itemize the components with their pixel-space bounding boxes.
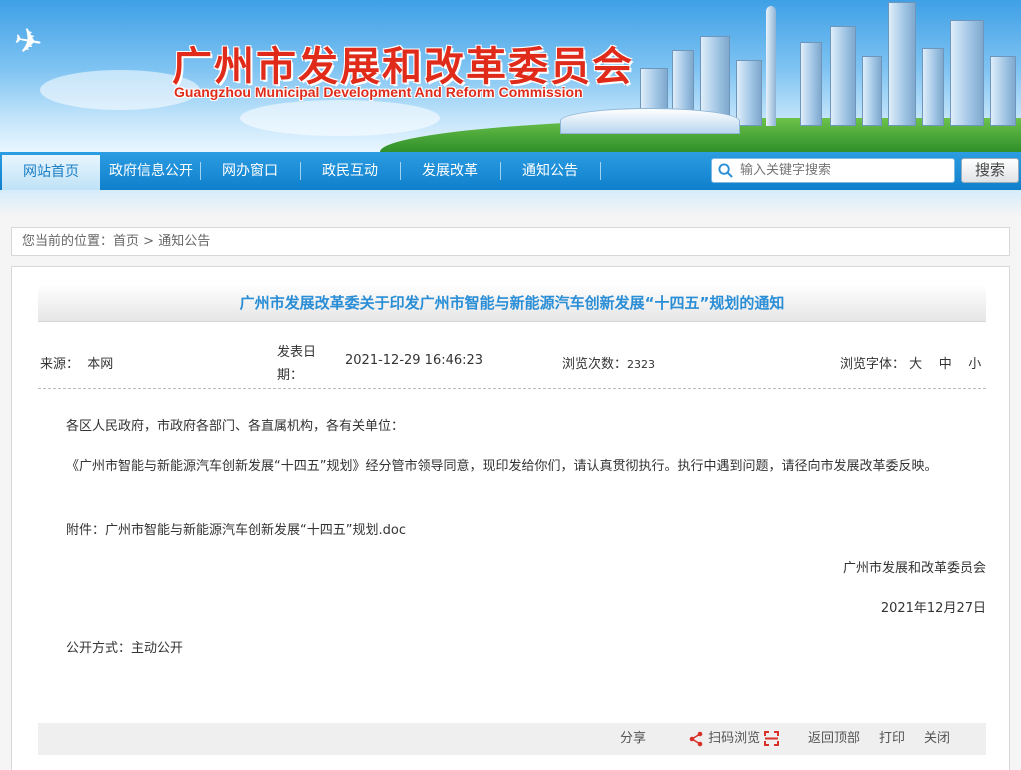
signature: 广州市发展和改革委员会	[842, 561, 986, 576]
publish-date-label: 发表日期：	[277, 345, 317, 383]
print-button[interactable]: 打印	[879, 723, 905, 755]
airplane-icon: ✈	[10, 19, 46, 65]
font-size-medium[interactable]: 中	[939, 357, 952, 372]
qr-scan-icon	[764, 731, 780, 746]
skyline-building	[830, 26, 856, 126]
view-count-value: 2323	[627, 358, 656, 371]
search-button[interactable]: 搜索	[961, 158, 1019, 183]
header-banner: ✈ 广州市发展和改革委员会 Guangzhou Municipal Develo…	[0, 0, 1021, 152]
nav-item-home[interactable]: 网站首页	[2, 152, 100, 190]
breadcrumb-prefix: 您当前的位置：	[22, 234, 114, 249]
nav-shadow-strip	[0, 190, 1021, 216]
attachment-line: 附件：广州市智能与新能源汽车创新发展“十四五”规划.doc	[38, 519, 986, 543]
share-label: 分享	[620, 731, 647, 746]
nav-item-notices[interactable]: 通知公告	[501, 152, 599, 190]
search-box	[711, 158, 955, 183]
source-value: 本网	[87, 357, 114, 372]
nav-item-online-service[interactable]: 网办窗口	[201, 152, 299, 190]
sign-date: 2021年12月27日	[880, 601, 986, 616]
skyline-building	[888, 2, 916, 126]
disclosure-method: 公开方式：主动公开	[66, 641, 184, 656]
font-size-small[interactable]: 小	[968, 357, 981, 372]
view-count: 浏览次数：2323	[562, 353, 655, 372]
breadcrumb-current[interactable]: 通知公告	[158, 234, 210, 249]
article-panel: 广州市发展改革委关于印发广州市智能与新能源汽车创新发展“十四五”规划的通知 来源…	[11, 266, 1010, 770]
skyline-building	[950, 20, 984, 126]
stadium-decoration	[560, 108, 740, 134]
font-size-large[interactable]: 大	[909, 357, 922, 372]
back-to-top-button[interactable]: 返回顶部	[808, 723, 860, 755]
article-meta: 来源： 本网 发表日期： 2021-12-29 16:46:23 浏览次数：23…	[38, 337, 986, 389]
salutation: 各区人民政府，市政府各部门、各直属机构，各有关单位：	[66, 419, 405, 434]
source-info: 来源： 本网	[40, 353, 113, 372]
site-logo-en: Guangzhou Municipal Development And Refo…	[174, 84, 583, 100]
article-title-bar: 广州市发展改革委关于印发广州市智能与新能源汽车创新发展“十四五”规划的通知	[38, 284, 986, 322]
body-paragraph: 《广州市智能与新能源汽车创新发展“十四五”规划》经分管市领导同意，现印发给你们，…	[66, 459, 938, 474]
attachment-label: 附件：	[66, 523, 106, 538]
source-label: 来源：	[40, 357, 80, 372]
share-button[interactable]: 分享	[620, 723, 646, 755]
attachment-link[interactable]: 广州市智能与新能源汽车创新发展“十四五”规划.doc	[105, 523, 406, 538]
font-size-label: 浏览字体：	[840, 357, 906, 372]
font-size-control: 浏览字体： 大 中 小	[840, 353, 981, 372]
article-title: 广州市发展改革委关于印发广州市智能与新能源汽车创新发展“十四五”规划的通知	[239, 294, 785, 312]
search-icon	[718, 163, 733, 178]
skyline-building	[736, 60, 762, 126]
nav-item-interaction[interactable]: 政民互动	[301, 152, 399, 190]
search-input[interactable]	[740, 161, 950, 180]
nav-item-reform[interactable]: 发展改革	[401, 152, 499, 190]
share-icon	[689, 731, 703, 746]
skyline-building	[800, 42, 822, 126]
nav-item-gov-info[interactable]: 政府信息公开	[102, 152, 200, 190]
canton-tower	[766, 6, 776, 126]
cloud-decoration	[240, 100, 440, 136]
breadcrumb-home[interactable]: 首页	[113, 234, 139, 249]
skyline-building	[990, 56, 1016, 126]
nav-divider	[600, 162, 601, 180]
breadcrumb-separator: >	[143, 234, 155, 249]
view-count-label: 浏览次数：	[562, 357, 628, 372]
skyline-building	[922, 48, 944, 126]
close-button[interactable]: 关闭	[924, 723, 950, 755]
scan-button[interactable]: 扫码浏览	[688, 723, 780, 755]
publish-date-value: 2021-12-29 16:46:23	[345, 353, 484, 368]
breadcrumb: 您当前的位置：首页 > 通知公告	[11, 227, 1010, 256]
article-toolbar: 分享 扫码浏览 返回顶部 打印 关闭	[38, 723, 986, 755]
skyline-building	[862, 56, 882, 126]
scan-label: 扫码浏览	[708, 731, 761, 746]
